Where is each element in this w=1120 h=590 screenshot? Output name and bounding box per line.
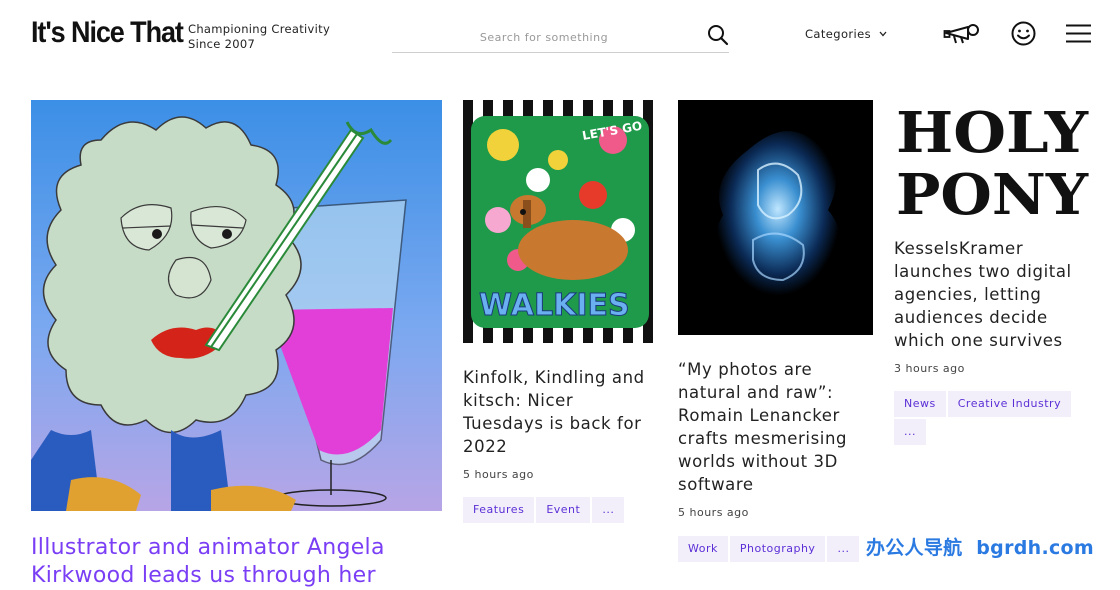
- article-image-holy-pony[interactable]: HOLY PONY: [894, 100, 1089, 218]
- article-image-nicer-tuesdays[interactable]: LET'S GO WALKIES: [463, 100, 657, 343]
- article-time: 3 hours ago: [894, 362, 965, 375]
- article-title[interactable]: Kinfolk, Kindling and kitsch: Nicer Tues…: [463, 366, 657, 458]
- holy-image-text: HOLY: [896, 100, 1089, 166]
- tagline-line-2: Since 2007: [188, 37, 256, 51]
- tag-more[interactable]: ...: [827, 536, 860, 562]
- chevron-down-icon: [879, 31, 887, 37]
- tag-work[interactable]: Work: [678, 536, 728, 562]
- tag-event[interactable]: Event: [536, 497, 591, 523]
- tag-more[interactable]: ...: [592, 497, 625, 523]
- tagline: Championing Creativity Since 2007: [188, 22, 330, 52]
- article-time: 5 hours ago: [678, 506, 749, 519]
- tagline-line-1: Championing Creativity: [188, 22, 331, 36]
- categories-dropdown[interactable]: Categories: [805, 27, 887, 41]
- tag-features[interactable]: Features: [463, 497, 535, 523]
- article-image-romain-lenancker[interactable]: [678, 100, 873, 335]
- tag-news[interactable]: News: [894, 391, 946, 417]
- categories-label: Categories: [805, 27, 871, 41]
- tag-more[interactable]: ...: [894, 419, 926, 445]
- search-icon[interactable]: [707, 24, 729, 46]
- megaphone-icon[interactable]: [943, 21, 981, 45]
- watermark: 办公人导航 bgrdh.com: [865, 537, 1094, 559]
- tag-photography[interactable]: Photography: [729, 536, 826, 562]
- hamburger-icon[interactable]: [1066, 24, 1091, 43]
- site-logo[interactable]: It's Nice That: [31, 16, 184, 50]
- letsgo-image-text: WALKIES: [479, 288, 630, 323]
- article-tags: News Creative Industry ...: [894, 391, 1094, 445]
- article-image-angela-kirkwood[interactable]: [31, 100, 442, 511]
- article-title[interactable]: “My photos are natural and raw”: Romain …: [678, 358, 873, 496]
- pony-image-text: PONY: [896, 162, 1089, 218]
- smiley-icon[interactable]: [1011, 21, 1036, 46]
- search-input[interactable]: [392, 24, 696, 50]
- article-tags: Features Event ...: [463, 497, 657, 523]
- article-time: 5 hours ago: [463, 468, 534, 481]
- tag-creative-industry[interactable]: Creative Industry: [947, 391, 1072, 417]
- article-title[interactable]: Illustrator and animator Angela Kirkwood…: [31, 534, 431, 590]
- article-tags: Work Photography ...: [678, 536, 873, 562]
- search-bar: [392, 22, 729, 53]
- article-title[interactable]: KesselsKramer launches two digital agenc…: [894, 237, 1094, 352]
